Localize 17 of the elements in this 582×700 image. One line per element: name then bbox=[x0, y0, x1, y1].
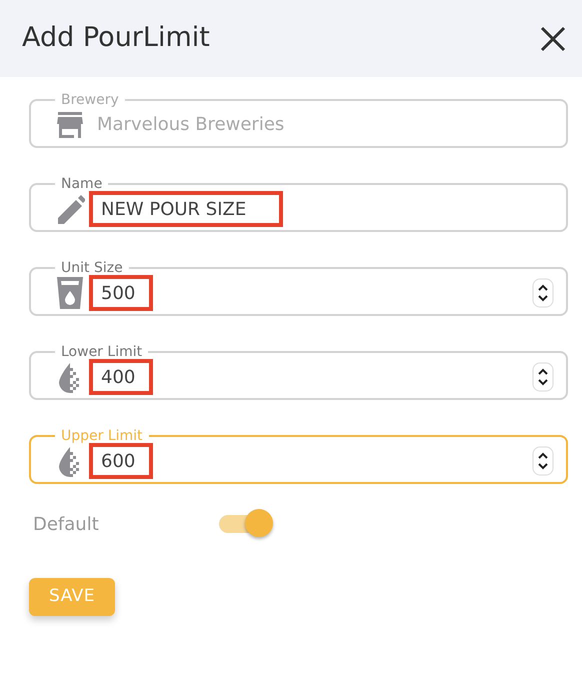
pencil-icon bbox=[55, 192, 85, 226]
input-field[interactable]: NEW POUR SIZE bbox=[89, 191, 283, 227]
field-label: Lower Limit bbox=[60, 345, 144, 359]
input-field[interactable]: 500 bbox=[89, 275, 154, 311]
field-label: Brewery bbox=[60, 93, 120, 107]
dialog-title: Add PourLimit bbox=[22, 22, 210, 55]
field-label: Name bbox=[60, 177, 104, 191]
spinner-icon[interactable] bbox=[532, 446, 554, 476]
field-label: Unit Size bbox=[60, 261, 124, 275]
toggle-label: Default bbox=[33, 512, 99, 536]
spinner-icon[interactable] bbox=[532, 278, 554, 308]
input-field[interactable]: 400 bbox=[89, 359, 154, 395]
field-label: Upper Limit bbox=[60, 429, 144, 443]
cup-icon bbox=[55, 276, 85, 310]
spinner-icon[interactable] bbox=[532, 362, 554, 392]
input-field[interactable]: 600 bbox=[89, 443, 154, 479]
toggle-switch[interactable] bbox=[218, 508, 275, 540]
